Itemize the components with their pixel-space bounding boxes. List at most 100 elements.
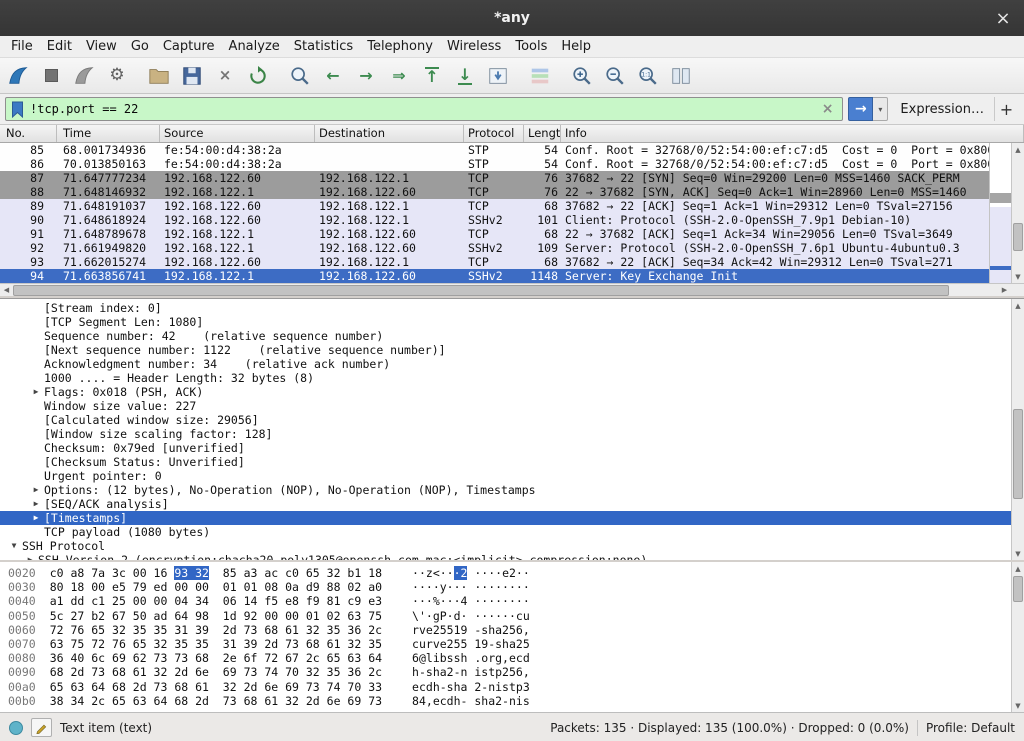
- resize-columns-button[interactable]: [666, 62, 696, 90]
- packet-row-87[interactable]: 8771.647777234192.168.122.60192.168.122.…: [0, 171, 1024, 185]
- column-header-source[interactable]: Source: [160, 125, 315, 142]
- detail-line[interactable]: Urgent pointer: 0: [0, 469, 1011, 483]
- details-vscrollbar[interactable]: ▲ ▼: [1011, 299, 1024, 560]
- bytes-vscroll-thumb[interactable]: [1013, 576, 1023, 602]
- detail-line[interactable]: 1000 .... = Header Length: 32 bytes (8): [0, 371, 1011, 385]
- display-filter-field[interactable]: ×: [5, 97, 843, 121]
- packet-list-vscroll-thumb[interactable]: [1013, 223, 1023, 251]
- hex-ascii[interactable]: ··z<···2 ····e2··: [412, 566, 530, 580]
- packet-row-92[interactable]: 9271.661949820192.168.122.1192.168.122.6…: [0, 241, 1024, 255]
- details-vscroll-thumb[interactable]: [1013, 409, 1023, 499]
- hex-bytes[interactable]: c0 a8 7a 3c 00 16 93 32 85 a3 ac c0 65 3…: [50, 566, 382, 580]
- hex-bytes[interactable]: a1 dd c1 25 00 00 04 34 06 14 f5 e8 f9 8…: [50, 594, 382, 608]
- column-header-length[interactable]: Length: [524, 125, 561, 142]
- packet-list-hscrollbar[interactable]: ◀ ▶: [0, 283, 1024, 296]
- detail-line[interactable]: [Stream index: 0]: [0, 301, 1011, 315]
- packet-row-91[interactable]: 9171.648789678192.168.122.1192.168.122.6…: [0, 227, 1024, 241]
- stop-capture-button[interactable]: [36, 62, 66, 90]
- hex-ascii[interactable]: 6@libssh .org,ecd: [412, 651, 530, 665]
- detail-line[interactable]: ▶SSH Version 2 (encryption:chacha20-poly…: [0, 553, 1011, 560]
- hex-line[interactable]: 00b038 34 2c 65 63 64 68 2d 73 68 61 32 …: [8, 694, 1011, 708]
- collapse-icon[interactable]: ▼: [6, 539, 22, 553]
- colorize-button[interactable]: [525, 62, 555, 90]
- detail-line[interactable]: [Window size scaling factor: 128]: [0, 427, 1011, 441]
- go-back-button[interactable]: ←: [318, 62, 348, 90]
- detail-line[interactable]: [Checksum Status: Unverified]: [0, 455, 1011, 469]
- restart-capture-button[interactable]: [69, 62, 99, 90]
- hex-line[interactable]: 009068 2d 73 68 61 32 2d 6e 69 73 74 70 …: [8, 665, 1011, 679]
- detail-line[interactable]: TCP payload (1080 bytes): [0, 525, 1011, 539]
- capture-options-button[interactable]: ⚙: [102, 62, 132, 90]
- column-header-time[interactable]: Time: [57, 125, 160, 142]
- status-profile[interactable]: Profile: Default: [926, 721, 1015, 735]
- detail-line[interactable]: ▶Flags: 0x018 (PSH, ACK): [0, 385, 1011, 399]
- hex-line[interactable]: 00505c 27 b2 67 50 ad 64 98 1d 92 00 00 …: [8, 609, 1011, 623]
- hex-bytes[interactable]: 68 2d 73 68 61 32 2d 6e 69 73 74 70 32 3…: [50, 665, 382, 679]
- column-header-destination[interactable]: Destination: [315, 125, 464, 142]
- hex-ascii[interactable]: ····y··· ········: [412, 580, 530, 594]
- go-first-button[interactable]: ↑: [417, 62, 447, 90]
- hex-ascii[interactable]: ···%···4 ········: [412, 594, 530, 608]
- hex-bytes[interactable]: 38 34 2c 65 63 64 68 2d 73 68 61 32 2d 6…: [50, 694, 382, 708]
- packet-row-94[interactable]: 9471.663856741192.168.122.1192.168.122.6…: [0, 269, 1024, 283]
- capture-comment-button[interactable]: [31, 718, 52, 737]
- packet-row-88[interactable]: 8871.648146932192.168.122.1192.168.122.6…: [0, 185, 1024, 199]
- scroll-down-icon[interactable]: ▼: [1012, 270, 1024, 283]
- detail-line[interactable]: [Next sequence number: 1122 (relative se…: [0, 343, 1011, 357]
- expert-info-icon[interactable]: [9, 721, 23, 735]
- menu-statistics[interactable]: Statistics: [287, 37, 360, 56]
- menu-edit[interactable]: Edit: [40, 37, 79, 56]
- menu-analyze[interactable]: Analyze: [222, 37, 287, 56]
- save-file-button[interactable]: [177, 62, 207, 90]
- hex-ascii[interactable]: 84,ecdh- sha2-nis: [412, 694, 530, 708]
- detail-line[interactable]: Acknowledgment number: 34 (relative ack …: [0, 357, 1011, 371]
- detail-line[interactable]: [TCP Segment Len: 1080]: [0, 315, 1011, 329]
- go-last-button[interactable]: ↓: [450, 62, 480, 90]
- filter-apply-button[interactable]: →: [848, 97, 873, 121]
- hex-bytes[interactable]: 5c 27 b2 67 50 ad 64 98 1d 92 00 00 01 0…: [50, 609, 382, 623]
- hex-ascii[interactable]: ecdh-sha 2-nistp3: [412, 680, 530, 694]
- filter-bookmark-icon[interactable]: [11, 101, 24, 118]
- packet-row-89[interactable]: 8971.648191037192.168.122.60192.168.122.…: [0, 199, 1024, 213]
- zoom-original-button[interactable]: 1:1: [633, 62, 663, 90]
- detail-line[interactable]: Window size value: 227: [0, 399, 1011, 413]
- reload-file-button[interactable]: [243, 62, 273, 90]
- packet-row-86[interactable]: 8670.013850163fe:54:00:d4:38:2aSTP54Conf…: [0, 157, 1024, 171]
- display-filter-input[interactable]: [30, 99, 818, 119]
- detail-line[interactable]: ▶[SEQ/ACK analysis]: [0, 497, 1011, 511]
- menu-tools[interactable]: Tools: [508, 37, 554, 56]
- packet-row-90[interactable]: 9071.648618924192.168.122.60192.168.122.…: [0, 213, 1024, 227]
- packet-list-minimap[interactable]: [989, 143, 1011, 283]
- scroll-up-icon[interactable]: ▲: [1012, 562, 1024, 575]
- scroll-right-icon[interactable]: ▶: [998, 284, 1011, 297]
- hex-bytes[interactable]: 36 40 6c 69 62 73 73 68 2e 6f 72 67 2c 6…: [50, 651, 382, 665]
- hex-line[interactable]: 0020c0 a8 7a 3c 00 16 93 32 85 a3 ac c0 …: [8, 566, 1011, 580]
- scroll-down-icon[interactable]: ▼: [1012, 699, 1024, 712]
- find-packet-button[interactable]: [285, 62, 315, 90]
- scroll-down-icon[interactable]: ▼: [1012, 547, 1024, 560]
- go-forward-button[interactable]: →: [351, 62, 381, 90]
- scroll-up-icon[interactable]: ▲: [1012, 143, 1024, 156]
- hex-ascii[interactable]: rve25519 -sha256,: [412, 623, 530, 637]
- detail-line[interactable]: ▼SSH Protocol: [0, 539, 1011, 553]
- close-file-button[interactable]: ×: [210, 62, 240, 90]
- menu-view[interactable]: View: [79, 37, 124, 56]
- filter-clear-icon[interactable]: ×: [818, 101, 838, 117]
- packet-row-85[interactable]: 8568.001734936fe:54:00:d4:38:2aSTP54Conf…: [0, 143, 1024, 157]
- expand-icon[interactable]: ▶: [28, 385, 44, 399]
- column-header-protocol[interactable]: Protocol: [464, 125, 524, 142]
- hex-ascii[interactable]: curve255 19-sha25: [412, 637, 530, 651]
- detail-line[interactable]: [Calculated window size: 29056]: [0, 413, 1011, 427]
- packet-list-vscrollbar[interactable]: ▲ ▼: [1011, 143, 1024, 283]
- menu-telephony[interactable]: Telephony: [360, 37, 440, 56]
- close-button[interactable]: ×: [988, 0, 1018, 36]
- zoom-in-button[interactable]: [567, 62, 597, 90]
- add-filter-button[interactable]: +: [994, 97, 1018, 121]
- expand-icon[interactable]: ▶: [28, 483, 44, 497]
- expand-icon[interactable]: ▶: [28, 497, 44, 511]
- bytes-vscrollbar[interactable]: ▲ ▼: [1011, 562, 1024, 712]
- hex-line[interactable]: 00a065 63 64 68 2d 73 68 61 32 2d 6e 69 …: [8, 680, 1011, 694]
- zoom-out-button[interactable]: [600, 62, 630, 90]
- detail-line[interactable]: ▶Options: (12 bytes), No-Operation (NOP)…: [0, 483, 1011, 497]
- go-to-packet-button[interactable]: ⇒: [384, 62, 414, 90]
